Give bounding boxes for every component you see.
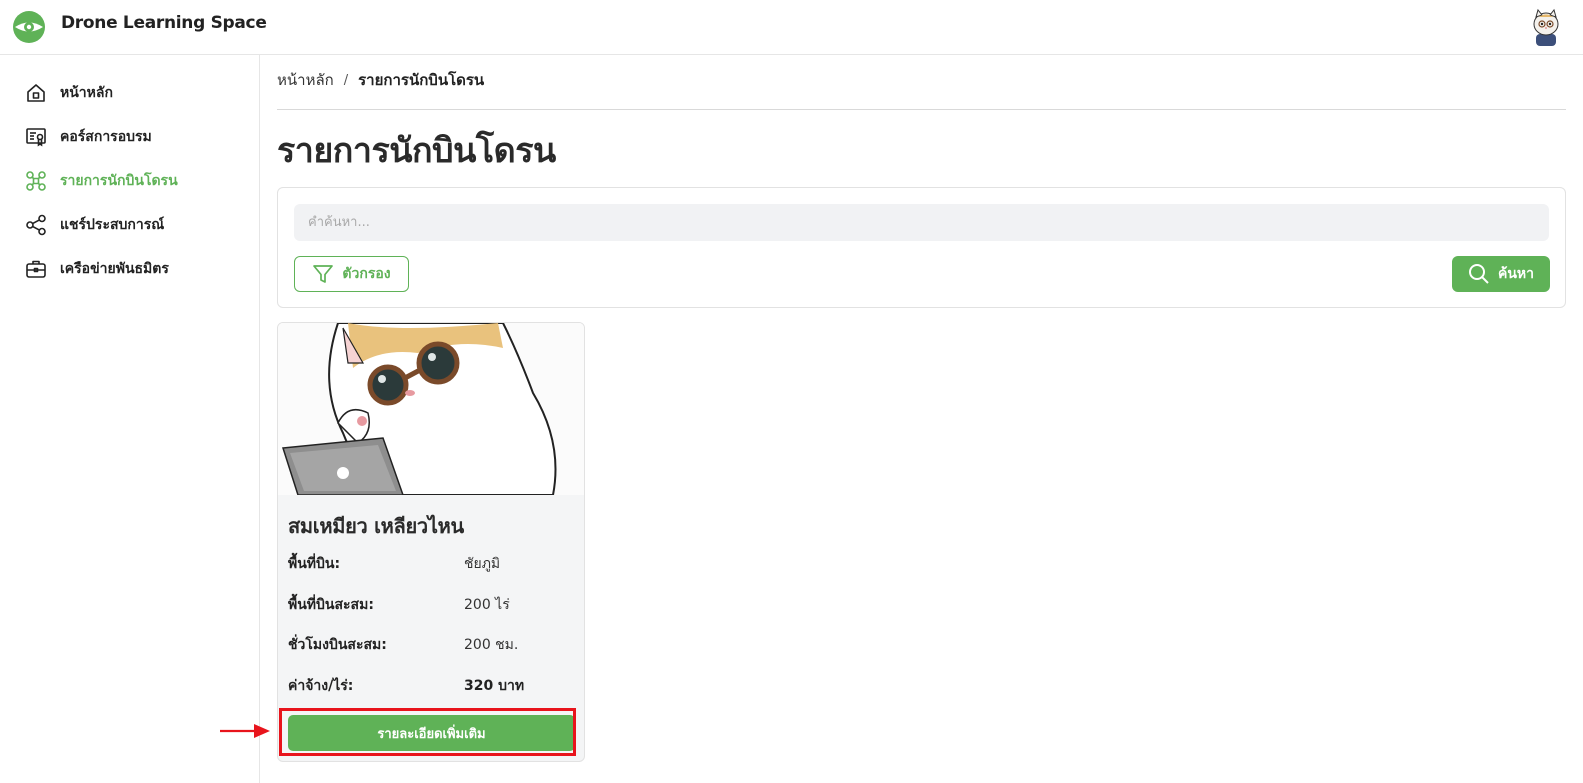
info-row-flight-hours: ชั่วโมงบินสะสม: 200 ชม. xyxy=(288,633,578,657)
briefcase-icon xyxy=(24,257,48,281)
arrow-pointer-icon xyxy=(220,724,270,738)
search-button-label: ค้นหา xyxy=(1497,265,1535,281)
filter-button[interactable]: ตัวกรอง xyxy=(294,256,409,292)
sidebar-item-label: เครือข่ายพันธมิตร xyxy=(60,261,169,277)
info-label: พื้นที่บิน: xyxy=(288,556,341,572)
filter-icon xyxy=(313,265,334,283)
breadcrumb-current: รายการนักบินโดรน xyxy=(358,71,485,89)
more-details-button[interactable]: รายละเอียดเพิ่มเติม xyxy=(288,715,575,751)
sidebar-item-drone-pilots[interactable]: รายการนักบินโดรน xyxy=(24,167,244,195)
pilot-name: สมเหมียว เหลียวไหน xyxy=(288,514,464,538)
top-bar: Drone Learning Space xyxy=(0,0,1583,55)
info-row-rate: ค่าจ้าง/ไร่: 320 บาท xyxy=(288,674,578,698)
breadcrumb-separator: / xyxy=(343,72,349,88)
page-title: รายการนักบินโดรน xyxy=(277,131,556,171)
search-panel: ตัวกรอง ค้นหา xyxy=(277,187,1566,308)
sidebar-item-label: คอร์สการอบรม xyxy=(60,129,152,145)
drone-icon xyxy=(24,169,48,193)
breadcrumb-home-link[interactable]: หน้าหลัก xyxy=(277,68,334,92)
pilot-photo xyxy=(278,323,584,495)
sidebar: หน้าหลัก คอร์สการอบรม รายการนักบินโดรน แ… xyxy=(0,55,260,783)
info-value: ชัยภูมิ xyxy=(464,556,501,572)
user-avatar[interactable] xyxy=(1530,8,1562,46)
drone-logo-icon[interactable] xyxy=(12,10,46,44)
certificate-icon xyxy=(24,125,48,149)
search-icon xyxy=(1468,264,1489,284)
sidebar-item-courses[interactable]: คอร์สการอบรม xyxy=(24,123,244,151)
info-row-total-area: พื้นที่บินสะสม: 200 ไร่ xyxy=(288,593,578,617)
sidebar-item-label: แชร์ประสบการณ์ xyxy=(60,217,165,233)
breadcrumb: หน้าหลัก / รายการนักบินโดรน xyxy=(277,69,484,91)
info-value: 200 ชม. xyxy=(464,637,519,653)
filter-button-label: ตัวกรอง xyxy=(342,265,391,281)
info-row-fly-area: พื้นที่บิน: ชัยภูมิ xyxy=(288,552,578,576)
pilot-card: สมเหมียว เหลียวไหน พื้นที่บิน: ชัยภูมิ พ… xyxy=(277,322,585,762)
sidebar-item-label: รายการนักบินโดรน xyxy=(60,173,178,189)
app-title: Drone Learning Space xyxy=(61,13,267,33)
search-button[interactable]: ค้นหา xyxy=(1452,256,1550,292)
info-value: 320 บาท xyxy=(464,678,525,694)
info-value: 200 ไร่ xyxy=(464,597,510,613)
share-icon xyxy=(24,213,48,237)
info-label: ชั่วโมงบินสะสม: xyxy=(288,637,387,653)
sidebar-item-partners[interactable]: เครือข่ายพันธมิตร xyxy=(24,255,244,283)
info-label: ค่าจ้าง/ไร่: xyxy=(288,678,354,694)
home-icon xyxy=(24,81,48,105)
sidebar-item-share-experience[interactable]: แชร์ประสบการณ์ xyxy=(24,211,244,239)
search-input[interactable] xyxy=(294,204,1549,241)
sidebar-item-label: หน้าหลัก xyxy=(60,85,113,101)
sidebar-item-home[interactable]: หน้าหลัก xyxy=(24,79,244,107)
info-label: พื้นที่บินสะสม: xyxy=(288,597,374,613)
breadcrumb-divider xyxy=(277,109,1566,110)
